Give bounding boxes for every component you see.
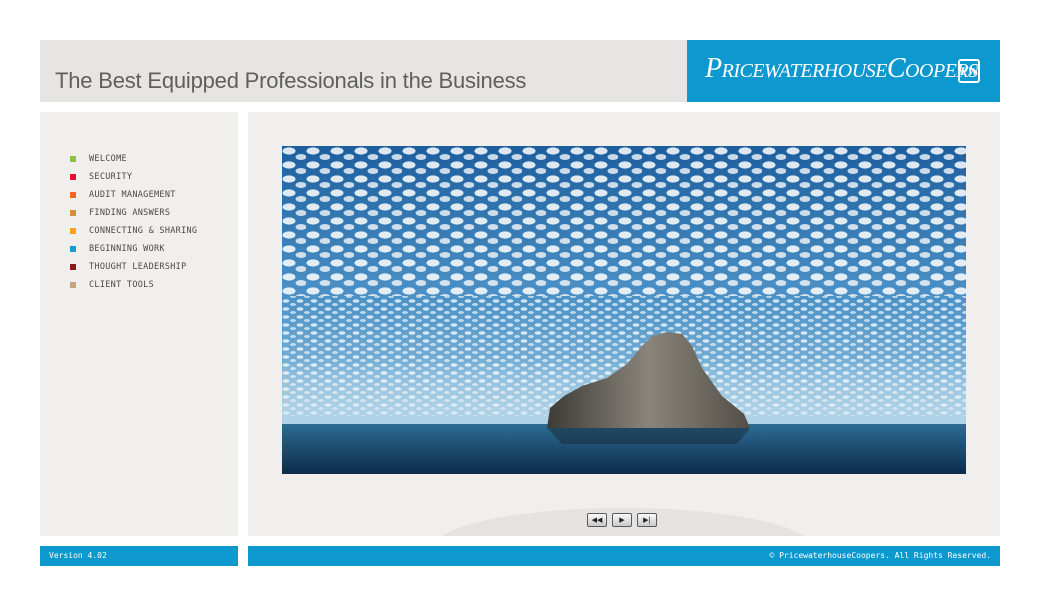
bullet-icon (70, 192, 76, 198)
sidebar-item-finding-answers[interactable]: FINDING ANSWERS (70, 204, 197, 222)
sidebar-item-client-tools[interactable]: CLIENT TOOLS (70, 276, 197, 294)
version-label: Version 4.02 (49, 551, 107, 560)
footer-copyright-bar: © PricewaterhouseCoopers. All Rights Res… (248, 546, 1000, 566)
sidebar-item-label: AUDIT MANAGEMENT (89, 190, 176, 200)
footer-version-bar: Version 4.02 (40, 546, 238, 566)
playback-controls: ◀◀ ▶ ▶| (587, 513, 657, 527)
sidebar-item-label: SECURITY (89, 172, 133, 182)
play-button[interactable]: ▶ (612, 513, 632, 527)
sidebar-item-label: BEGINNING WORK (89, 244, 165, 254)
rewind-button[interactable]: ◀◀ (587, 513, 607, 527)
sidebar-item-welcome[interactable]: WELCOME (70, 150, 197, 168)
brand-logo[interactable]: PricewaterhouseCoopers PW (687, 40, 1000, 102)
app-window: The Best Equipped Professionals in the B… (0, 0, 1040, 606)
sidebar-item-thought-leadership[interactable]: THOUGHT LEADERSHIP (70, 258, 197, 276)
sky-and-rock-illustration (282, 146, 966, 474)
bullet-icon (70, 264, 76, 270)
bullet-icon (70, 228, 76, 234)
bullet-icon (70, 156, 76, 162)
logo-mark-icon: PW (958, 59, 980, 83)
sidebar-item-connecting-sharing[interactable]: CONNECTING & SHARING (70, 222, 197, 240)
sidebar-item-label: WELCOME (89, 154, 127, 164)
sidebar-item-label: FINDING ANSWERS (89, 208, 171, 218)
sidebar: WELCOME SECURITY AUDIT MANAGEMENT FINDIN… (40, 112, 238, 536)
hero-image (282, 146, 966, 474)
bullet-icon (70, 174, 76, 180)
header-bar: The Best Equipped Professionals in the B… (40, 40, 687, 102)
sidebar-item-security[interactable]: SECURITY (70, 168, 197, 186)
sidebar-item-label: CONNECTING & SHARING (89, 226, 198, 236)
play-icon: ▶ (619, 515, 625, 524)
sidebar-nav: WELCOME SECURITY AUDIT MANAGEMENT FINDIN… (70, 150, 197, 294)
forward-button[interactable]: ▶| (637, 513, 657, 527)
bullet-icon (70, 246, 76, 252)
rewind-icon: ◀◀ (591, 515, 603, 524)
step-forward-icon: ▶| (643, 515, 651, 524)
sidebar-item-label: THOUGHT LEADERSHIP (89, 262, 187, 272)
sidebar-item-label: CLIENT TOOLS (89, 280, 155, 290)
bullet-icon (70, 282, 76, 288)
logo-wordmark: PricewaterhouseCoopers (705, 53, 978, 84)
sidebar-item-audit-management[interactable]: AUDIT MANAGEMENT (70, 186, 197, 204)
bullet-icon (70, 210, 76, 216)
main-content-panel: ◀◀ ▶ ▶| (248, 112, 1000, 536)
sidebar-item-beginning-work[interactable]: BEGINNING WORK (70, 240, 197, 258)
page-title: The Best Equipped Professionals in the B… (55, 68, 527, 93)
copyright-label: © PricewaterhouseCoopers. All Rights Res… (769, 551, 991, 560)
